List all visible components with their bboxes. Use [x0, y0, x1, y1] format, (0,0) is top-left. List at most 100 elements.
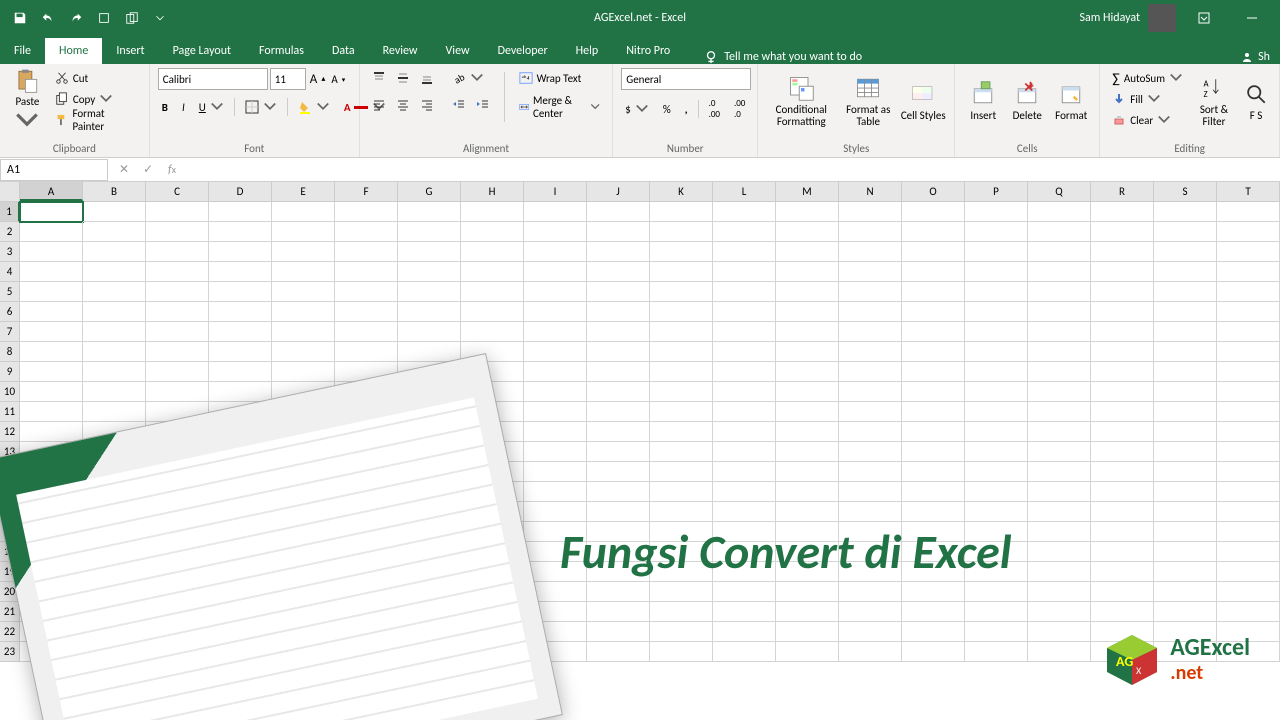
- insert-cells-button[interactable]: Insert: [963, 68, 1003, 134]
- formula-input[interactable]: [188, 159, 1280, 181]
- enter-formula-button[interactable]: ✓: [138, 160, 158, 180]
- tab-formulas[interactable]: Formulas: [245, 38, 318, 64]
- col-header-M[interactable]: M: [776, 182, 839, 201]
- col-header-K[interactable]: K: [650, 182, 713, 201]
- currency-button[interactable]: $: [621, 99, 653, 119]
- paste-button[interactable]: Paste: [8, 68, 47, 134]
- save-button[interactable]: [8, 6, 32, 30]
- increase-indent-button[interactable]: [472, 95, 494, 115]
- name-box[interactable]: A1: [0, 159, 108, 181]
- align-bottom-button[interactable]: [416, 68, 438, 88]
- row-header-11[interactable]: 11: [0, 402, 20, 422]
- select-all-corner[interactable]: [0, 182, 20, 201]
- row-header-5[interactable]: 5: [0, 282, 20, 302]
- col-header-F[interactable]: F: [335, 182, 398, 201]
- row-header-3[interactable]: 3: [0, 242, 20, 262]
- align-right-button[interactable]: [416, 95, 438, 115]
- fill-color-button[interactable]: [294, 97, 334, 117]
- font-name-select[interactable]: [158, 68, 268, 90]
- copy-button[interactable]: Copy: [51, 89, 141, 109]
- user-name[interactable]: Sam Hidayat: [1079, 11, 1140, 25]
- format-as-table-button[interactable]: Format as Table: [840, 68, 896, 134]
- tab-developer[interactable]: Developer: [484, 38, 562, 64]
- conditional-formatting-button[interactable]: Conditional Formatting: [766, 68, 836, 134]
- qat-btn-5[interactable]: [120, 6, 144, 30]
- row-header-7[interactable]: 7: [0, 322, 20, 342]
- tab-page-layout[interactable]: Page Layout: [159, 38, 245, 64]
- autosum-button[interactable]: ∑ AutoSum: [1108, 68, 1187, 88]
- underline-button[interactable]: U: [195, 97, 228, 117]
- format-cells-button[interactable]: Format: [1051, 68, 1091, 134]
- increase-decimal-button[interactable]: .0.00: [705, 99, 724, 119]
- align-left-button[interactable]: [368, 95, 390, 115]
- qat-customize[interactable]: [148, 6, 172, 30]
- col-header-P[interactable]: P: [965, 182, 1028, 201]
- find-select-button[interactable]: F S: [1241, 68, 1271, 134]
- row-header-4[interactable]: 4: [0, 262, 20, 282]
- percent-button[interactable]: %: [659, 99, 675, 119]
- redo-button[interactable]: [64, 6, 88, 30]
- tab-nitro-pro[interactable]: Nitro Pro: [612, 38, 684, 64]
- cancel-formula-button[interactable]: ✕: [114, 160, 134, 180]
- row-header-6[interactable]: 6: [0, 302, 20, 322]
- clear-button[interactable]: Clear: [1108, 110, 1187, 130]
- number-format-select[interactable]: [621, 68, 751, 90]
- align-top-button[interactable]: [368, 68, 390, 88]
- increase-font-button[interactable]: A▴: [308, 69, 328, 89]
- decrease-font-button[interactable]: A▾: [329, 69, 347, 89]
- col-header-I[interactable]: I: [524, 182, 587, 201]
- row-header-23[interactable]: 23: [0, 642, 20, 662]
- fx-button[interactable]: fx: [162, 160, 182, 180]
- delete-cells-button[interactable]: Delete: [1007, 68, 1047, 134]
- tab-help[interactable]: Help: [562, 38, 613, 64]
- decrease-indent-button[interactable]: [448, 95, 470, 115]
- decrease-decimal-button[interactable]: .00.0: [730, 99, 749, 119]
- tab-file[interactable]: File: [0, 38, 45, 64]
- col-header-T[interactable]: T: [1217, 182, 1280, 201]
- tab-insert[interactable]: Insert: [102, 38, 158, 64]
- orientation-button[interactable]: ab: [448, 68, 488, 88]
- row-header-10[interactable]: 10: [0, 382, 20, 402]
- col-header-R[interactable]: R: [1091, 182, 1154, 201]
- border-button[interactable]: [241, 97, 281, 117]
- row-header-9[interactable]: 9: [0, 362, 20, 382]
- row-header-22[interactable]: 22: [0, 622, 20, 642]
- format-painter-button[interactable]: Format Painter: [51, 110, 141, 130]
- row-header-1[interactable]: 1: [0, 202, 20, 222]
- cell-styles-button[interactable]: Cell Styles: [900, 68, 946, 134]
- tab-home[interactable]: Home: [45, 38, 102, 64]
- ribbon-options-button[interactable]: [1184, 0, 1224, 36]
- col-header-D[interactable]: D: [209, 182, 272, 201]
- font-size-select[interactable]: [270, 68, 306, 90]
- row-header-21[interactable]: 21: [0, 602, 20, 622]
- tell-me-search[interactable]: Tell me what you want to do: [704, 50, 862, 64]
- row-header-12[interactable]: 12: [0, 422, 20, 442]
- comma-button[interactable]: ,: [681, 99, 692, 119]
- merge-center-button[interactable]: Merge & Center: [515, 97, 605, 117]
- col-header-O[interactable]: O: [902, 182, 965, 201]
- italic-button[interactable]: I: [178, 97, 189, 117]
- fill-button[interactable]: Fill: [1108, 89, 1187, 109]
- col-header-A[interactable]: A: [20, 182, 83, 201]
- tab-data[interactable]: Data: [318, 38, 369, 64]
- minimize-button[interactable]: [1232, 0, 1272, 36]
- row-header-2[interactable]: 2: [0, 222, 20, 242]
- col-header-B[interactable]: B: [83, 182, 146, 201]
- col-header-N[interactable]: N: [839, 182, 902, 201]
- col-header-Q[interactable]: Q: [1028, 182, 1091, 201]
- tab-view[interactable]: View: [432, 38, 484, 64]
- bold-button[interactable]: B: [158, 97, 172, 117]
- align-middle-button[interactable]: [392, 68, 414, 88]
- col-header-G[interactable]: G: [398, 182, 461, 201]
- col-header-J[interactable]: J: [587, 182, 650, 201]
- wrap-text-button[interactable]: abWrap Text: [515, 68, 605, 88]
- row-header-8[interactable]: 8: [0, 342, 20, 362]
- col-header-S[interactable]: S: [1154, 182, 1217, 201]
- col-header-H[interactable]: H: [461, 182, 524, 201]
- sort-filter-button[interactable]: AZ Sort & Filter: [1191, 68, 1237, 134]
- align-center-button[interactable]: [392, 95, 414, 115]
- tab-review[interactable]: Review: [369, 38, 432, 64]
- user-avatar[interactable]: [1148, 4, 1176, 32]
- undo-button[interactable]: [36, 6, 60, 30]
- col-header-C[interactable]: C: [146, 182, 209, 201]
